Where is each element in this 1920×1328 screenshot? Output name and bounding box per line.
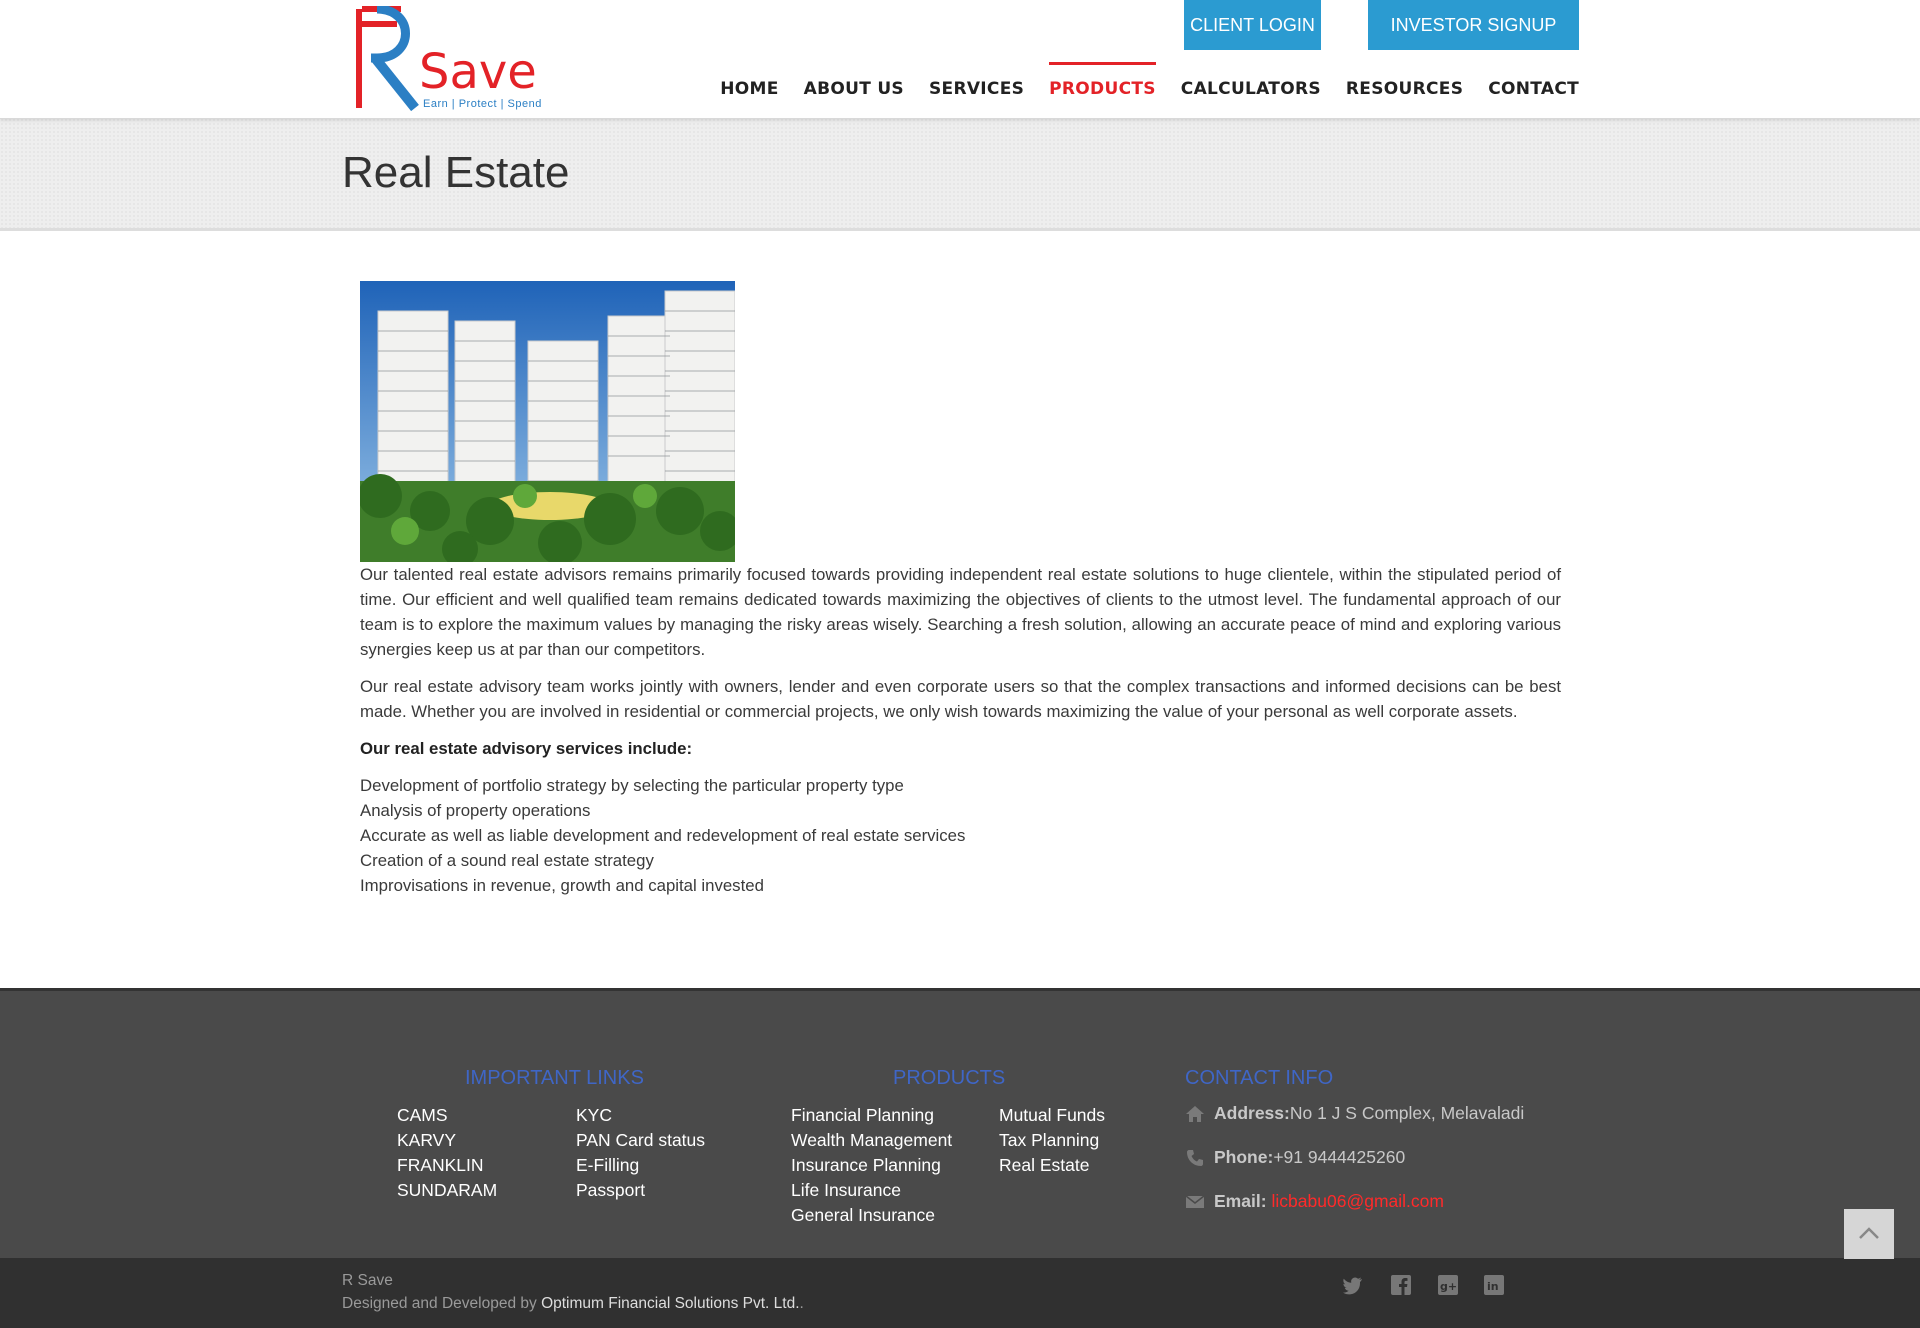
footer-link-wealth-management[interactable]: Wealth Management (791, 1128, 952, 1153)
products-col-1: Financial Planning Wealth Management Ins… (791, 1103, 952, 1228)
email-link[interactable]: licbabu06@gmail.com (1272, 1191, 1444, 1212)
footer-link-tax-planning[interactable]: Tax Planning (999, 1128, 1105, 1153)
page-title-band: Real Estate (0, 118, 1920, 231)
scroll-to-top-button[interactable] (1844, 1209, 1894, 1259)
real-estate-hero-image (360, 281, 735, 562)
contact-email: Email: licbabu06@gmail.com (1185, 1191, 1444, 1212)
products-col-2: Mutual Funds Tax Planning Real Estate (999, 1103, 1105, 1178)
site-footer: IMPORTANT LINKS CAMS KARVY FRANKLIN SUND… (0, 988, 1920, 1261)
important-links-heading: IMPORTANT LINKS (465, 1067, 644, 1089)
services-list: Development of portfolio strategy by sel… (360, 773, 1561, 898)
nav-contact[interactable]: CONTACT (1488, 62, 1579, 118)
svg-text:in: in (1487, 1280, 1499, 1293)
nav-products[interactable]: PRODUCTS (1049, 62, 1156, 118)
list-item: Accurate as well as liable development a… (360, 826, 966, 845)
main-content: Our talented real estate advisors remain… (360, 281, 1561, 898)
logo-tagline: Earn | Protect | Spend (423, 98, 542, 110)
footer-link-kyc[interactable]: KYC (576, 1103, 705, 1128)
home-icon (1186, 1105, 1204, 1122)
nav-home[interactable]: HOME (720, 62, 778, 118)
nav-services[interactable]: SERVICES (929, 62, 1024, 118)
contact-address: Address: No 1 J S Complex, Melavaladi (1185, 1103, 1524, 1124)
list-item: Improvisations in revenue, growth and ca… (360, 876, 764, 895)
designed-by-trailing: . (799, 1295, 804, 1312)
developer-company-link[interactable]: Optimum Financial Solutions Pvt. Ltd. (541, 1295, 799, 1312)
footer-link-karvy[interactable]: KARVY (397, 1128, 497, 1153)
footer-link-life-insurance[interactable]: Life Insurance (791, 1178, 952, 1203)
phone-label: Phone: (1214, 1147, 1274, 1167)
footer-link-e-filling[interactable]: E-Filling (576, 1153, 705, 1178)
designed-by-text: Designed and Developed by (342, 1295, 542, 1312)
address-label: Address: (1214, 1103, 1290, 1123)
nav-calculators[interactable]: CALCULATORS (1181, 62, 1321, 118)
footer-link-insurance-planning[interactable]: Insurance Planning (791, 1153, 952, 1178)
site-header: Save Earn | Protect | Spend CLIENT LOGIN… (0, 0, 1920, 119)
copyright-bar: R Save Designed and Developed by Optimum… (0, 1258, 1920, 1328)
phone-icon (1187, 1149, 1203, 1166)
phone-value: +91 9444425260 (1273, 1147, 1406, 1167)
list-item: Analysis of property operations (360, 801, 591, 820)
intro-paragraph: Our talented real estate advisors remain… (360, 565, 1561, 659)
footer-link-general-insurance[interactable]: General Insurance (791, 1203, 952, 1228)
client-login-button[interactable]: CLIENT LOGIN (1184, 0, 1321, 50)
services-heading: Our real estate advisory services includ… (360, 739, 693, 758)
twitter-icon[interactable] (1342, 1274, 1364, 1296)
products-heading: PRODUCTS (893, 1067, 1006, 1089)
svg-text:Save: Save (419, 44, 537, 100)
footer-link-mutual-funds[interactable]: Mutual Funds (999, 1103, 1105, 1128)
important-links-col-2: KYC PAN Card status E-Filling Passport (576, 1103, 705, 1203)
advisory-paragraph: Our real estate advisory team works join… (360, 677, 1561, 721)
page-title: Real Estate (342, 148, 570, 197)
list-item: Creation of a sound real estate strategy (360, 851, 654, 870)
envelope-icon (1185, 1194, 1205, 1208)
list-item: Development of portfolio strategy by sel… (360, 776, 904, 795)
svg-text:g+: g+ (1440, 1280, 1457, 1293)
designed-by-line: Designed and Developed by Optimum Financ… (342, 1295, 804, 1313)
email-label: Email: (1214, 1191, 1267, 1211)
footer-link-franklin[interactable]: FRANKLIN (397, 1153, 497, 1178)
footer-link-passport[interactable]: Passport (576, 1178, 705, 1203)
footer-link-cams[interactable]: CAMS (397, 1103, 497, 1128)
footer-link-real-estate[interactable]: Real Estate (999, 1153, 1105, 1178)
contact-info-heading: CONTACT INFO (1185, 1067, 1334, 1089)
main-navigation: HOME ABOUT US SERVICES PRODUCTS CALCULAT… (695, 62, 1579, 118)
nav-resources[interactable]: RESOURCES (1346, 62, 1463, 118)
address-value: No 1 J S Complex, Melavaladi (1289, 1103, 1525, 1123)
copyright-site-name: R Save (342, 1272, 393, 1289)
footer-link-sundaram[interactable]: SUNDARAM (397, 1178, 497, 1203)
google-plus-icon[interactable]: g+ (1437, 1274, 1459, 1296)
investor-signup-button[interactable]: INVESTOR SIGNUP (1368, 0, 1579, 50)
chevron-up-icon (1859, 1227, 1879, 1239)
important-links-col-1: CAMS KARVY FRANKLIN SUNDARAM (397, 1103, 497, 1203)
footer-link-financial-planning[interactable]: Financial Planning (791, 1103, 952, 1128)
contact-phone: Phone: +91 9444425260 (1185, 1147, 1405, 1168)
nav-about-us[interactable]: ABOUT US (804, 62, 904, 118)
footer-link-pan-card-status[interactable]: PAN Card status (576, 1128, 705, 1153)
facebook-icon[interactable] (1390, 1274, 1412, 1296)
linkedin-icon[interactable]: in (1483, 1274, 1505, 1296)
